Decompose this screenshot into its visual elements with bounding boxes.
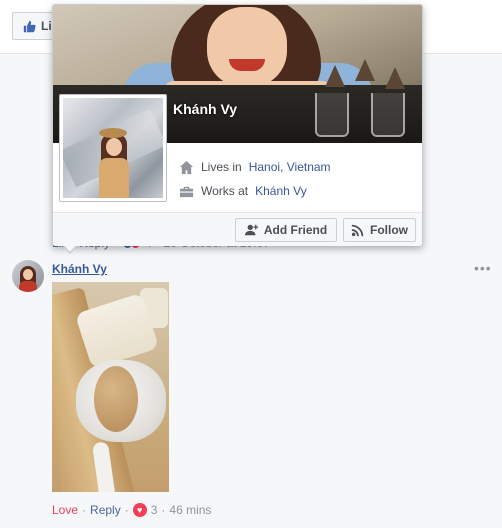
hovercard-footer: Add Friend Follow (53, 212, 422, 246)
city-link[interactable]: Hanoi (249, 160, 280, 174)
follow-button[interactable]: Follow (343, 218, 416, 242)
profile-hovercard: Khánh Vy Lives in Hanoi, Vietnam Works a… (52, 4, 423, 254)
thumbs-up-icon (23, 20, 36, 32)
comment-actions: Love · Reply · ♥ 3 · 46 mins (52, 503, 212, 517)
workplace-link[interactable]: Khánh Vy (255, 184, 307, 198)
works-at-row: Works at Khánh Vy (179, 179, 331, 203)
profile-name-link[interactable]: Khánh Vy (173, 101, 237, 117)
profile-picture[interactable] (59, 94, 167, 202)
country-link[interactable]: Vietnam (287, 160, 331, 174)
comment-photo[interactable] (52, 282, 169, 492)
reply-link[interactable]: Reply (90, 503, 121, 517)
more-horizontal-icon[interactable]: ••• (474, 260, 492, 276)
love-link[interactable]: Love (52, 503, 78, 517)
reaction-count[interactable]: 3 (151, 503, 158, 517)
home-icon (179, 160, 194, 175)
page: Li Lik · Reply · 4 · 20 October at 19:07… (0, 0, 502, 528)
add-friend-icon (244, 224, 258, 236)
love-reaction-icon[interactable]: ♥ (132, 503, 147, 517)
profile-info: Lives in Hanoi, Vietnam Works at Khánh V… (179, 155, 331, 203)
rss-icon (351, 224, 364, 237)
comment-author-link[interactable]: Khánh Vy (52, 262, 107, 276)
comment-time[interactable]: 46 mins (169, 503, 211, 517)
briefcase-icon (179, 184, 194, 199)
avatar[interactable] (12, 260, 44, 292)
like-label: Li (41, 19, 52, 33)
hovercard-caret (63, 245, 77, 254)
lives-in-row: Lives in Hanoi, Vietnam (179, 155, 331, 179)
add-friend-button[interactable]: Add Friend (235, 218, 337, 242)
